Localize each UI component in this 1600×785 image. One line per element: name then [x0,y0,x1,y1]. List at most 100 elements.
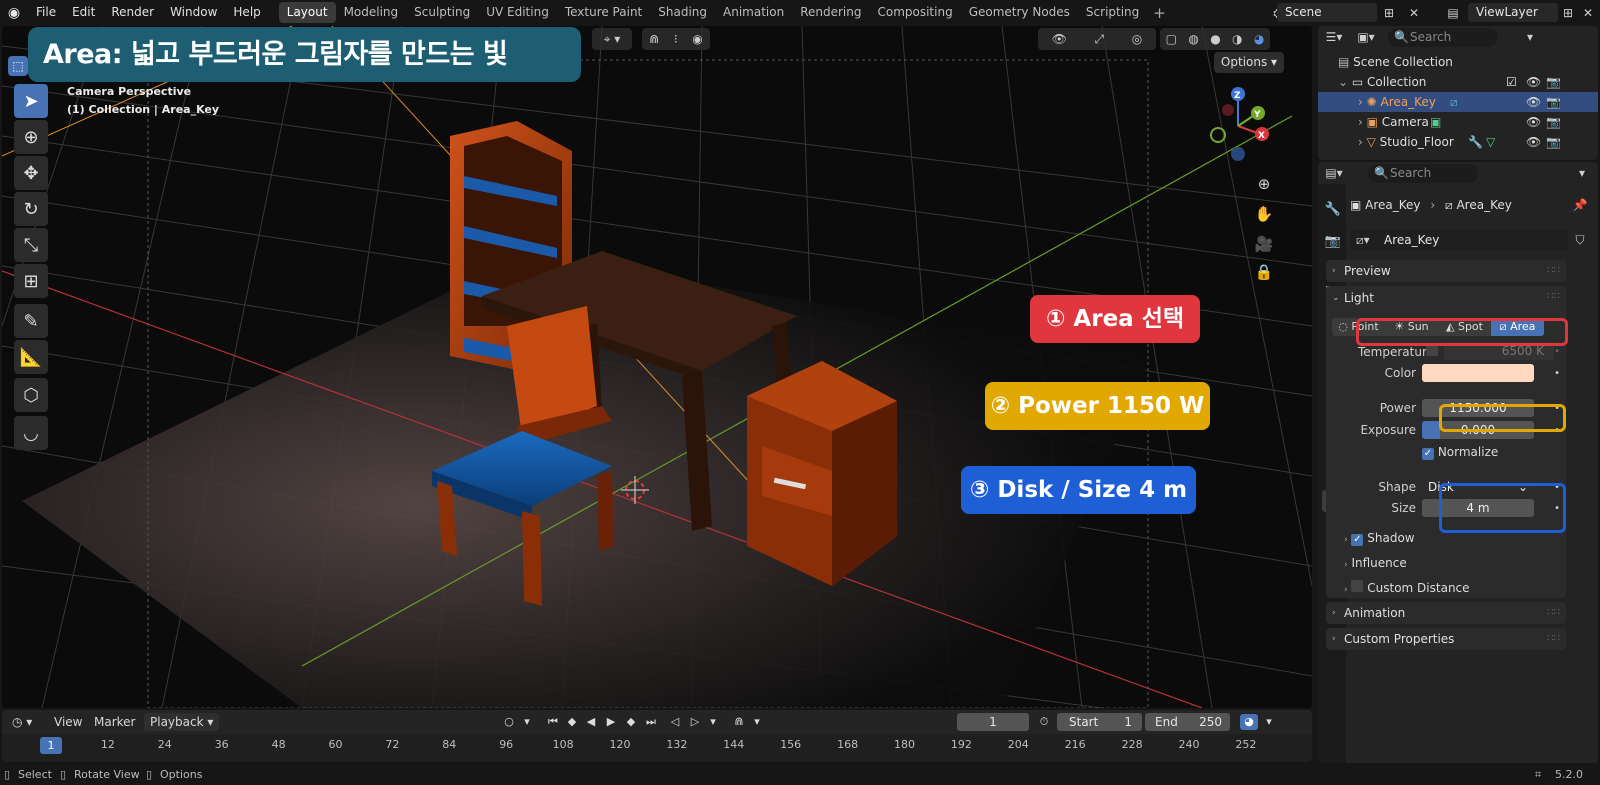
add-cube-tool-button[interactable]: ⬡ [14,378,48,412]
animate-dot-icon[interactable]: • [1554,403,1560,414]
animate-dot-icon[interactable]: • [1554,503,1560,514]
outliner-scene-collection[interactable]: ▤ Scene Collection [1318,52,1598,72]
menu-window[interactable]: Window [162,0,225,25]
options-dropdown[interactable]: Options ▾ [1214,52,1284,73]
scale-tool-button[interactable]: ⤡ [14,228,48,262]
end-frame-field[interactable]: End 250 [1145,713,1230,731]
overlays-icon[interactable]: ◎ [1132,32,1142,46]
tab-shading[interactable]: Shading [650,2,715,23]
temperature-field[interactable]: 6500 K [1444,342,1554,360]
move-tool-button[interactable]: ✥ [14,156,48,190]
display-mode-icon[interactable]: ▣▾ [1350,27,1382,47]
record-icon[interactable]: ○ [500,714,518,730]
select-tool-button[interactable]: ➤ [14,84,48,118]
timeline-editor[interactable]: ◷ ▾ View Marker Playback ▾ ○ ▾ ⏮ ◆ ◀ ▶ ◆… [2,710,1312,762]
close-icon[interactable]: ✕ [1578,3,1598,23]
influence-subpanel-header[interactable]: › Influence [1344,553,1407,573]
current-frame-field[interactable]: 1 [957,713,1029,731]
drag-handle-icon[interactable]: ∷∷ [1547,265,1560,276]
expand-arrow-icon[interactable]: ⌄ [1338,75,1352,89]
menu-help[interactable]: Help [225,0,268,25]
scene-selector[interactable]: Scene [1277,3,1377,22]
material-shading-icon[interactable]: ◑ [1232,32,1242,46]
sync-menu-icon[interactable]: ▾ [1260,714,1278,730]
properties-editor[interactable]: ▤▾ 🔍Search ▾ 🔧 📷 🖨 🖼 ⛭ ◍ ▭ ▣ ◎ ⛓ 💡 ⌄ ▣ A… [1318,162,1598,763]
time-sync-icon[interactable]: ◕ [1240,714,1258,730]
drag-handle-icon[interactable]: ∷∷ [1547,607,1560,618]
color-swatch[interactable] [1422,364,1534,382]
animate-dot-icon[interactable]: • [1554,346,1560,357]
outliner-item-camera[interactable]: › ▣ Camera ▣ 👁 📷 [1318,112,1598,132]
timeline-view-menu[interactable]: View [54,713,82,731]
outliner-editor-type-icon[interactable]: ☰▾ [1318,27,1350,47]
shading-mode-group[interactable]: ▢ ◍ ● ◑ ◕ [1160,28,1270,50]
eye-icon[interactable]: 👁 [1526,92,1541,112]
power-field[interactable]: 1150.000 [1422,399,1534,417]
tab-texture-paint[interactable]: Texture Paint [557,2,650,23]
view-layer-selector[interactable]: ViewLayer [1468,3,1558,22]
transform-orientation-icon[interactable]: ⌖ ▾ [592,28,632,50]
custom-properties-panel[interactable]: › Custom Properties ∷∷ [1326,628,1566,650]
playback-dropdown[interactable]: Playback ▾ [144,713,220,731]
play-icon[interactable]: ▶ [602,714,620,730]
light-type-area-button[interactable]: ⧄ Area [1491,318,1544,336]
3d-viewport[interactable]: Z X Y ⌖ ▾ ⋒ ⁝ ◉ 👁 ⤢ ◎ ▢ ◍ ● ◑ ◕ Options ▾ ⬚ ➤ ⊕ … [2,26,1312,708]
outliner-item-area-key[interactable]: › ✺ Area_Key ⧄ 👁 📷 [1318,92,1598,112]
jump-keyframe-forward-icon[interactable]: ◆ [622,714,640,730]
camera-render-icon[interactable]: 📷 [1546,72,1561,92]
start-frame-field[interactable]: Start 1 [1057,713,1142,731]
camera-render-icon[interactable]: 📷 [1546,132,1561,152]
menu-file[interactable]: File [28,0,64,25]
editor-type-icon[interactable]: ◷ ▾ [12,713,32,731]
xray-icon[interactable]: ▢ [1166,32,1177,46]
menu-render[interactable]: Render [103,0,162,25]
camera-render-icon[interactable]: 📷 [1546,92,1561,112]
prev-keyframe-icon[interactable]: ◁ [666,714,684,730]
snapping-icon[interactable]: ⋒ [730,714,748,730]
rendered-shading-icon[interactable]: ◕ [1254,32,1264,46]
shape-dropdown[interactable]: Disk ⌄ [1422,478,1534,496]
camera-view-icon[interactable]: 🎥 [1252,232,1276,256]
measure-tool-button[interactable]: 📐 [14,340,48,374]
fake-user-shield-icon[interactable]: ⛉ [1570,230,1590,250]
tool-tab-icon[interactable]: 🔧 [1322,198,1344,220]
menu-edit[interactable]: Edit [64,0,103,25]
lock-icon[interactable]: 🔒 [1252,260,1276,284]
select-mode-icon[interactable]: ⬚ [8,56,28,76]
custom-properties-panel-header[interactable]: › Custom Properties [1326,627,1454,651]
render-tab-icon[interactable]: 📷 [1322,230,1344,252]
light-datablock-field[interactable]: ⧄▾ Area_Key [1350,230,1568,250]
close-icon[interactable]: ✕ [1404,3,1424,23]
checkbox-icon[interactable]: ☑ [1506,72,1517,92]
outliner-item-studio-floor[interactable]: › ▽ Studio_Floor 🔧 ▽ 👁 📷 [1318,132,1598,152]
expand-arrow-icon[interactable]: › [1358,135,1367,149]
exposure-slider[interactable]: 0.000 [1422,421,1534,439]
jump-keyframe-back-icon[interactable]: ◆ [563,714,581,730]
tab-sculpting[interactable]: Sculpting [406,2,478,23]
zoom-icon[interactable]: ⊕ [1252,172,1276,196]
tab-layout[interactable]: Layout [278,2,336,23]
eye-icon[interactable]: 👁 [1526,72,1541,92]
properties-search-input[interactable]: 🔍 Search [1368,164,1478,183]
eye-icon[interactable]: 👁 [1526,112,1541,132]
outliner-search-input[interactable]: 🔍 Search [1388,28,1498,47]
snap-toggle[interactable]: ⋒ ⁝ ◉ [642,28,710,50]
light-data-browse-icon[interactable]: ⧄▾ [1356,230,1370,250]
tab-geometry-nodes[interactable]: Geometry Nodes [961,2,1078,23]
light-type-spot-button[interactable]: ◭ Spot [1438,318,1491,336]
tab-uv-editing[interactable]: UV Editing [478,2,557,23]
shadow-subpanel-header[interactable]: › ✓ Shadow [1344,528,1415,548]
solid-shading-icon[interactable]: ● [1210,32,1220,46]
camera-render-icon[interactable]: 📷 [1546,112,1561,132]
viewport-overlays-group[interactable]: 👁 ⤢ ◎ [1038,28,1156,50]
tab-scripting[interactable]: Scripting [1078,2,1147,23]
extrude-tool-button[interactable]: ◡ [14,416,48,450]
rotate-tool-button[interactable]: ↻ [14,192,48,226]
jump-start-icon[interactable]: ⏮ [544,714,562,730]
animation-panel-header[interactable]: › Animation [1326,601,1405,625]
properties-editor-type-icon[interactable]: ▤▾ [1318,163,1350,183]
tab-animation[interactable]: Animation [715,2,792,23]
snapping-menu-icon[interactable]: ▾ [748,714,766,730]
add-workspace-icon[interactable]: + [1147,4,1172,22]
animate-dot-icon[interactable]: • [1554,425,1560,436]
